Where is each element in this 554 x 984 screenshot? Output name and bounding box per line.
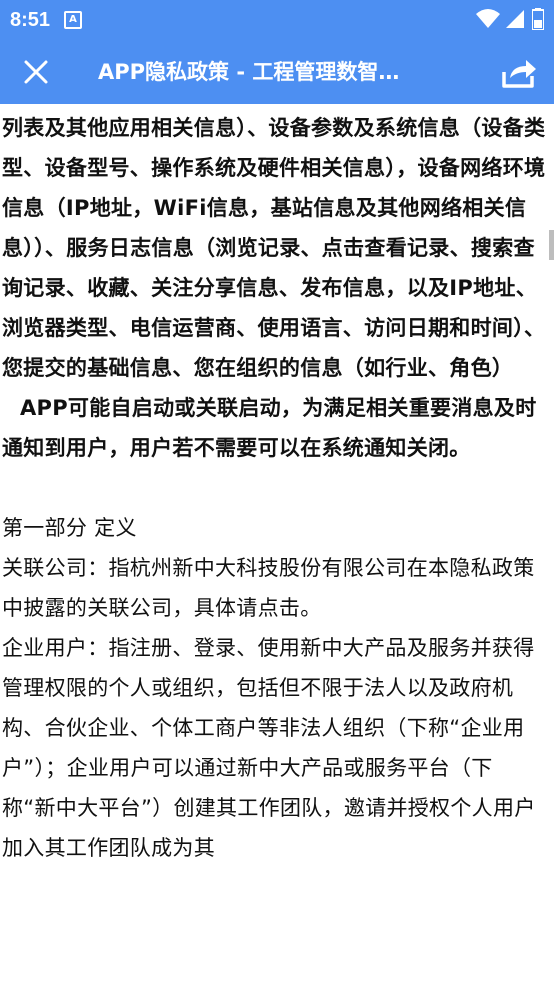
cellular-signal-icon xyxy=(506,10,524,28)
autostart-paragraph: APP可能自启动或关联启动，为满足相关重要消息及时通知到用户，用户若不需要可以在… xyxy=(2,396,537,460)
close-button[interactable] xyxy=(18,54,54,90)
affiliate-definition: 关联公司：指杭州新中大科技股份有限公司在本隐私政策中披露的关联公司，具体请点击。 xyxy=(2,556,535,620)
info-collection-paragraph: 息）、应用信息（应用崩溃信息、通知开关状态、应用安装列表及其他应用相关信息）、设… xyxy=(2,116,546,380)
section-title: 第一部分 定义 xyxy=(2,516,137,540)
battery-icon xyxy=(532,8,544,30)
document-content[interactable]: 息）、应用信息（应用崩溃信息、通知开关状态、应用安装列表及其他应用相关信息）、设… xyxy=(0,104,554,984)
page-title: APP隐私政策 - 工程管理数智… xyxy=(98,60,400,84)
status-time: 8:51 xyxy=(10,8,51,31)
wifi-icon xyxy=(476,9,500,28)
close-icon xyxy=(24,60,48,84)
status-icons xyxy=(476,8,544,30)
share-icon xyxy=(502,60,536,88)
enterprise-user-definition: 企业用户：指注册、登录、使用新中大产品及服务并获得管理权限的个人或组织，包括但不… xyxy=(2,636,536,860)
app-bar: APP隐私政策 - 工程管理数智… xyxy=(0,40,554,104)
notification-icon: A xyxy=(64,11,83,29)
status-bar: 8:51 A xyxy=(0,0,554,40)
share-button[interactable] xyxy=(498,52,538,92)
scrollbar[interactable] xyxy=(549,230,554,260)
